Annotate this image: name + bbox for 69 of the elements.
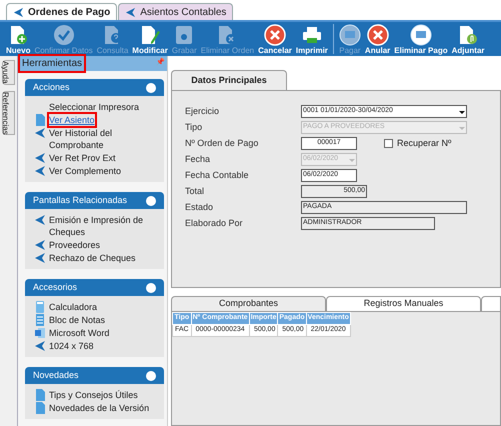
printer-icon [300, 24, 323, 46]
toolbar-button[interactable]: Adjuntar [450, 24, 487, 55]
word-document-icon [34, 327, 46, 339]
arrow-icon [34, 252, 46, 264]
sidebar-item[interactable]: Microsoft Word [49, 327, 110, 339]
section-title: Novedades [33, 368, 79, 382]
sidebar-item[interactable]: 1024 x 768 [49, 340, 94, 352]
document-pencil-icon [139, 24, 162, 46]
field-label: Tipo [185, 120, 204, 134]
field-label: Total [185, 184, 206, 198]
arrow-icon [34, 214, 46, 226]
arrow-icon [34, 165, 46, 177]
collapse-icon[interactable] [146, 196, 156, 206]
sidebar-item[interactable]: Ver Ret Prov Ext [49, 152, 116, 164]
field-label: Fecha [185, 152, 212, 166]
panel-title: Herramientas [20, 56, 84, 71]
field-label: Nº Orden de Pago [185, 136, 260, 150]
document-tab[interactable]: Asientos Contables [118, 3, 234, 20]
sidebar-item[interactable]: Novedades de la Versión [49, 402, 150, 414]
document-icon [34, 389, 46, 401]
side-tab[interactable]: Referencias [2, 90, 15, 136]
sidebar-item[interactable]: Calculadora [49, 301, 98, 313]
document-tab[interactable]: Ordenes de Pago [6, 3, 118, 20]
document-attachment-icon [457, 24, 480, 46]
section-title: Accesorios [33, 280, 78, 294]
arrow-icon [13, 6, 24, 18]
checkbox-label: Recuperar Nº [397, 136, 452, 150]
sidebar-item[interactable]: Bloc de Notas [49, 314, 106, 326]
notepad-icon [34, 314, 46, 326]
tab[interactable]: Comprobantes [171, 296, 326, 311]
toolbar-button[interactable]: Anular [362, 24, 392, 55]
sidebar-item[interactable]: Tips y Consejos Útiles [49, 389, 138, 401]
arrow-icon [34, 239, 46, 251]
calculator-icon [34, 301, 46, 313]
collapse-icon[interactable] [146, 82, 156, 92]
toolbar-button[interactable]: Modificar [130, 24, 170, 55]
arrow-icon [34, 340, 46, 352]
field-label: Estado [185, 200, 214, 214]
toolbar-button[interactable]: Imprimir [294, 24, 330, 55]
sidebar-item[interactable]: Rechazo de Cheques [49, 252, 136, 264]
tab[interactable] [481, 296, 501, 311]
section-title: Pantallas Relacionadas [33, 194, 128, 207]
toolbar-button[interactable]: Eliminar Pago [392, 24, 450, 55]
tab[interactable]: Registros Manuales [326, 296, 481, 311]
close-icon [264, 24, 286, 46]
sidebar-link[interactable]: Ver Asiento [49, 114, 95, 126]
section-title: Acciones [33, 80, 70, 94]
checkmark-icon [52, 24, 75, 46]
arrow-icon [125, 6, 136, 18]
collapse-icon[interactable] [146, 370, 156, 380]
document-icon [34, 402, 46, 414]
document-icon [34, 114, 46, 126]
field-label: Elaborado Por [185, 216, 244, 230]
toolbar-button[interactable]: Cancelar [256, 24, 294, 55]
close-icon [366, 24, 389, 46]
sidebar-item[interactable]: Seleccionar Impresora [49, 101, 140, 113]
sidebar-item[interactable]: Emisión e Impresión de Cheques [49, 214, 155, 238]
checkbox[interactable] [384, 139, 393, 148]
field-label: Ejercicio [185, 104, 220, 118]
collapse-icon[interactable] [146, 282, 156, 292]
field-label: Fecha Contable [185, 168, 250, 182]
sidebar-item[interactable]: Ver Historial del Comprobante [49, 127, 155, 151]
tab[interactable]: Datos Principales [171, 70, 287, 90]
side-tab[interactable]: Ayuda [2, 60, 15, 85]
sidebar-item[interactable]: Proveedores [49, 239, 100, 251]
toolbar-button[interactable]: Nuevo [4, 24, 32, 55]
sidebar-item[interactable]: Ver Complemento [49, 165, 122, 177]
arrow-icon [34, 127, 46, 139]
arrow-icon [34, 152, 46, 164]
